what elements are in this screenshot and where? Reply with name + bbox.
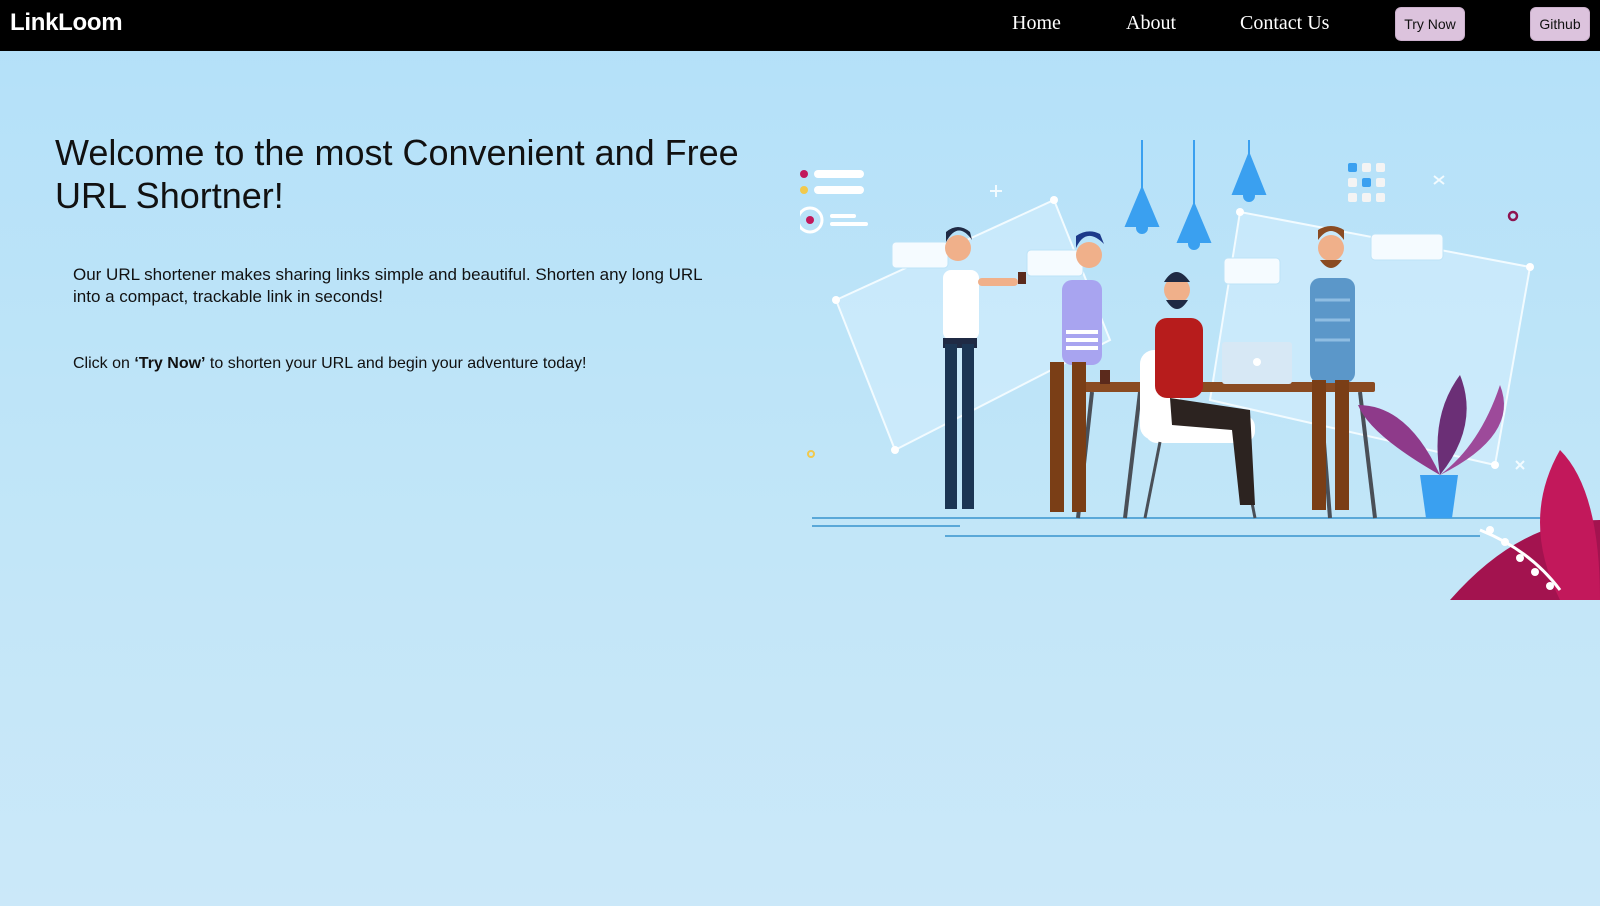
- top-navbar: LinkLoom Home About Contact Us Try Now G…: [0, 0, 1600, 51]
- cta-prefix: Click on: [73, 355, 135, 372]
- cta-bold: ‘Try Now’: [134, 355, 206, 372]
- grid-decoration: [1348, 163, 1385, 202]
- nav-link-about[interactable]: About: [1126, 12, 1176, 35]
- hero-title: Welcome to the most Convenient and Free …: [55, 132, 739, 216]
- nav-link-home[interactable]: Home: [1012, 12, 1061, 35]
- github-button[interactable]: Github: [1530, 7, 1590, 41]
- floor-lines: [812, 517, 1560, 537]
- brand-logo[interactable]: LinkLoom: [10, 9, 123, 37]
- hero-cta-text: Click on ‘Try Now’ to shorten your URL a…: [73, 353, 733, 375]
- list-decoration: [800, 170, 868, 234]
- nav-link-contact[interactable]: Contact Us: [1240, 12, 1329, 35]
- corner-leaves: [1450, 450, 1600, 600]
- team-illustration: [800, 140, 1600, 600]
- hero-description: Our URL shortener makes sharing links si…: [73, 265, 702, 306]
- try-now-button[interactable]: Try Now: [1395, 7, 1465, 41]
- cta-suffix: to shorten your URL and begin your adven…: [205, 355, 587, 372]
